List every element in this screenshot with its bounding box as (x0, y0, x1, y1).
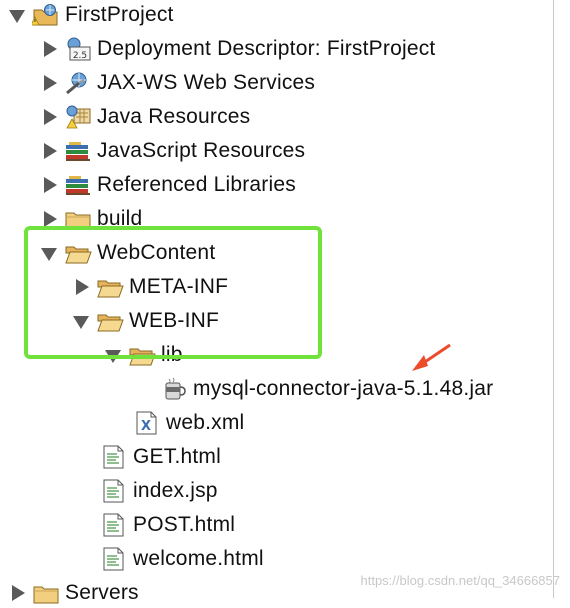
html-file-icon (100, 513, 128, 537)
tree-item-label: JAX-WS Web Services (97, 71, 316, 94)
svg-text:X: X (141, 419, 151, 434)
tree-item-servers[interactable]: Servers (8, 578, 139, 608)
folder-icon (32, 581, 60, 605)
tree-item-label: Referenced Libraries (97, 173, 296, 196)
tree-item-label: welcome.html (133, 547, 264, 570)
expand-toggle-icon[interactable] (8, 583, 28, 603)
deployment-descriptor-icon: 2.5 (64, 37, 92, 61)
tree-item-welcome-html[interactable]: welcome.html (100, 544, 264, 574)
tree-item-label: Servers (65, 581, 139, 604)
web-services-icon (64, 71, 92, 95)
xml-file-icon: X (133, 411, 161, 435)
tree-item-post-html[interactable]: POST.html (100, 510, 235, 540)
java-resources-icon (64, 105, 92, 129)
expand-toggle-icon[interactable] (40, 141, 60, 161)
tree-item-web-xml[interactable]: X web.xml (133, 408, 244, 438)
expand-toggle-icon[interactable] (40, 175, 60, 195)
tree-item-label: web.xml (166, 411, 245, 434)
expand-toggle-icon[interactable] (40, 107, 60, 127)
tree-item-label: GET.html (133, 445, 221, 468)
tree-item-label: FirstProject (65, 3, 174, 26)
jsp-file-icon (100, 479, 128, 503)
tree-item-label: POST.html (133, 513, 236, 536)
tree-item-javascript-resources[interactable]: JavaScript Resources (40, 136, 305, 166)
tree-item-jax-ws[interactable]: JAX-WS Web Services (40, 68, 315, 98)
tree-item-label: mysql-connector-java-5.1.48.jar (193, 377, 494, 400)
tree-item-get-html[interactable]: GET.html (100, 442, 221, 472)
tree-item-label: Deployment Descriptor: FirstProject (97, 37, 436, 60)
tree-item-java-resources[interactable]: Java Resources (40, 102, 250, 132)
tree-item-referenced-libraries[interactable]: Referenced Libraries (40, 170, 296, 200)
tree-item-firstproject[interactable]: FirstProject (8, 0, 174, 30)
expand-toggle-icon[interactable] (40, 39, 60, 59)
html-file-icon (100, 547, 128, 571)
library-icon (64, 173, 92, 197)
library-icon (64, 139, 92, 163)
tree-item-mysql-jar[interactable]: mysql-connector-java-5.1.48.jar (160, 374, 493, 404)
view-border (553, 0, 554, 598)
tree-item-label: JavaScript Resources (97, 139, 306, 162)
project-icon (32, 3, 60, 27)
html-file-icon (100, 445, 128, 469)
expand-toggle-icon[interactable] (40, 73, 60, 93)
tree-item-label: Java Resources (97, 105, 251, 128)
tree-item-deployment-descriptor[interactable]: 2.5 Deployment Descriptor: FirstProject (40, 34, 435, 64)
jar-icon (160, 377, 188, 401)
watermark: https://blog.csdn.net/qq_34666857 (360, 573, 561, 588)
collapse-toggle-icon[interactable] (8, 5, 28, 25)
tree-item-label: index.jsp (133, 479, 218, 502)
highlight-box (24, 226, 322, 359)
tree-item-index-jsp[interactable]: index.jsp (100, 476, 218, 506)
svg-text:2.5: 2.5 (73, 51, 87, 61)
